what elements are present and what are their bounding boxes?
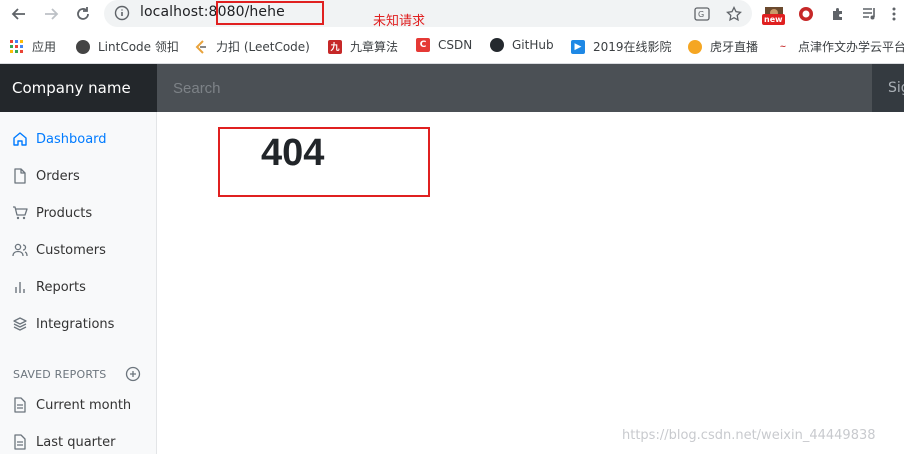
sidebar-item-label: Reports bbox=[36, 279, 86, 295]
sidebar-item-products[interactable]: Products bbox=[0, 196, 156, 230]
translate-icon[interactable]: G bbox=[692, 4, 712, 24]
bookmark-leetcode[interactable]: 力扣 (LeetCode) bbox=[194, 38, 310, 55]
bookmark-label: GitHub bbox=[512, 38, 554, 52]
extension-circle-icon[interactable] bbox=[796, 4, 816, 24]
forward-button[interactable] bbox=[40, 3, 62, 25]
bookmark-label: 力扣 (LeetCode) bbox=[216, 40, 310, 54]
top-navbar: Company name Sign out bbox=[0, 64, 904, 112]
search-input[interactable] bbox=[157, 64, 872, 112]
file-text-icon bbox=[14, 397, 26, 413]
svg-text:G: G bbox=[698, 10, 704, 19]
watermark-text: https://blog.csdn.net/weixin_44449838 bbox=[622, 428, 876, 443]
dianjin-icon: ~ bbox=[779, 42, 787, 51]
file-icon bbox=[14, 168, 26, 184]
bar-chart-icon bbox=[15, 282, 25, 293]
csdn-icon: C bbox=[416, 38, 430, 52]
shopping-cart-icon bbox=[13, 206, 28, 220]
file-text-icon bbox=[14, 434, 26, 450]
bookmark-label: 虎牙直播 bbox=[710, 40, 759, 54]
reload-button[interactable] bbox=[72, 3, 94, 25]
star-icon[interactable] bbox=[724, 4, 744, 24]
arrow-right-icon bbox=[45, 8, 59, 20]
brand-link[interactable]: Company name bbox=[0, 64, 157, 112]
sidebar-item-dashboard[interactable]: Dashboard bbox=[0, 122, 156, 156]
sidebar-item-orders[interactable]: Orders bbox=[0, 159, 156, 193]
lintcode-icon bbox=[76, 39, 90, 54]
bookmark-github[interactable]: GitHub bbox=[490, 38, 554, 52]
sidebar-item-label: Orders bbox=[36, 168, 80, 184]
sidebar-item-integrations[interactable]: Integrations bbox=[0, 307, 156, 341]
browser-toolbar: localhost:8080/hehe 未知请求 G new bbox=[0, 0, 904, 29]
video-icon: ▶ bbox=[571, 39, 585, 54]
sidebar: Dashboard Orders Products Customers Repo… bbox=[0, 112, 157, 454]
github-icon bbox=[490, 38, 504, 52]
puzzle-icon[interactable] bbox=[828, 4, 848, 24]
saved-reports-heading: SAVED REPORTS bbox=[13, 368, 107, 381]
sidebar-item-reports[interactable]: Reports bbox=[0, 270, 156, 304]
bookmark-label: 2019在线影院 bbox=[593, 40, 672, 54]
media-control-icon[interactable] bbox=[860, 4, 880, 24]
bookmark-csdn[interactable]: C CSDN bbox=[416, 38, 472, 52]
sidebar-item-label: Dashboard bbox=[36, 131, 107, 147]
sidebar-item-label: Current month bbox=[36, 397, 132, 413]
error-code-heading: 404 bbox=[261, 132, 325, 174]
info-icon[interactable] bbox=[114, 5, 130, 25]
huya-icon bbox=[688, 39, 702, 54]
bookmark-label: 点津作文办学云平台 bbox=[798, 40, 904, 54]
sidebar-item-label: Last quarter bbox=[36, 434, 116, 450]
menu-icon[interactable] bbox=[884, 4, 904, 24]
sign-out-link[interactable]: Sign out bbox=[872, 64, 904, 112]
new-badge: new bbox=[762, 14, 785, 25]
url-highlight-box bbox=[216, 1, 324, 25]
layers-icon bbox=[13, 317, 27, 331]
leetcode-icon bbox=[194, 39, 208, 54]
bookmark-huya[interactable]: 虎牙直播 bbox=[688, 38, 758, 55]
apps-grid-icon bbox=[10, 39, 24, 54]
sidebar-item-current-month[interactable]: Current month bbox=[0, 388, 156, 422]
annotation-label: 未知请求 bbox=[373, 14, 426, 29]
sidebar-item-customers[interactable]: Customers bbox=[0, 233, 156, 267]
bookmark-dianjin[interactable]: ~ 点津作文办学云平台 bbox=[776, 38, 904, 55]
bookmarks-bar: 应用 LintCode 领扣 力扣 (LeetCode) 九 九章算法 C CS… bbox=[0, 28, 904, 64]
add-report-button[interactable] bbox=[124, 365, 142, 383]
back-button[interactable] bbox=[8, 3, 30, 25]
sidebar-item-label: Customers bbox=[36, 242, 106, 258]
bookmark-label: 九章算法 bbox=[350, 40, 399, 54]
sidebar-item-label: Products bbox=[36, 205, 93, 221]
bookmark-label: 应用 bbox=[32, 40, 57, 54]
arrow-left-icon bbox=[11, 8, 25, 20]
bookmark-apps[interactable]: 应用 bbox=[10, 38, 56, 55]
jiuzhang-icon: 九 bbox=[328, 39, 342, 54]
home-icon bbox=[13, 132, 27, 146]
reload-icon bbox=[77, 7, 89, 20]
bookmark-lintcode[interactable]: LintCode 领扣 bbox=[76, 38, 179, 55]
bookmark-label: LintCode 领扣 bbox=[98, 40, 179, 54]
bookmark-jiuzhang[interactable]: 九 九章算法 bbox=[328, 38, 398, 55]
bookmark-video[interactable]: ▶ 2019在线影院 bbox=[571, 38, 672, 55]
users-icon bbox=[12, 243, 28, 257]
bookmark-label: CSDN bbox=[438, 38, 473, 52]
sidebar-item-label: Integrations bbox=[36, 316, 115, 332]
plus-circle-icon bbox=[125, 366, 141, 382]
